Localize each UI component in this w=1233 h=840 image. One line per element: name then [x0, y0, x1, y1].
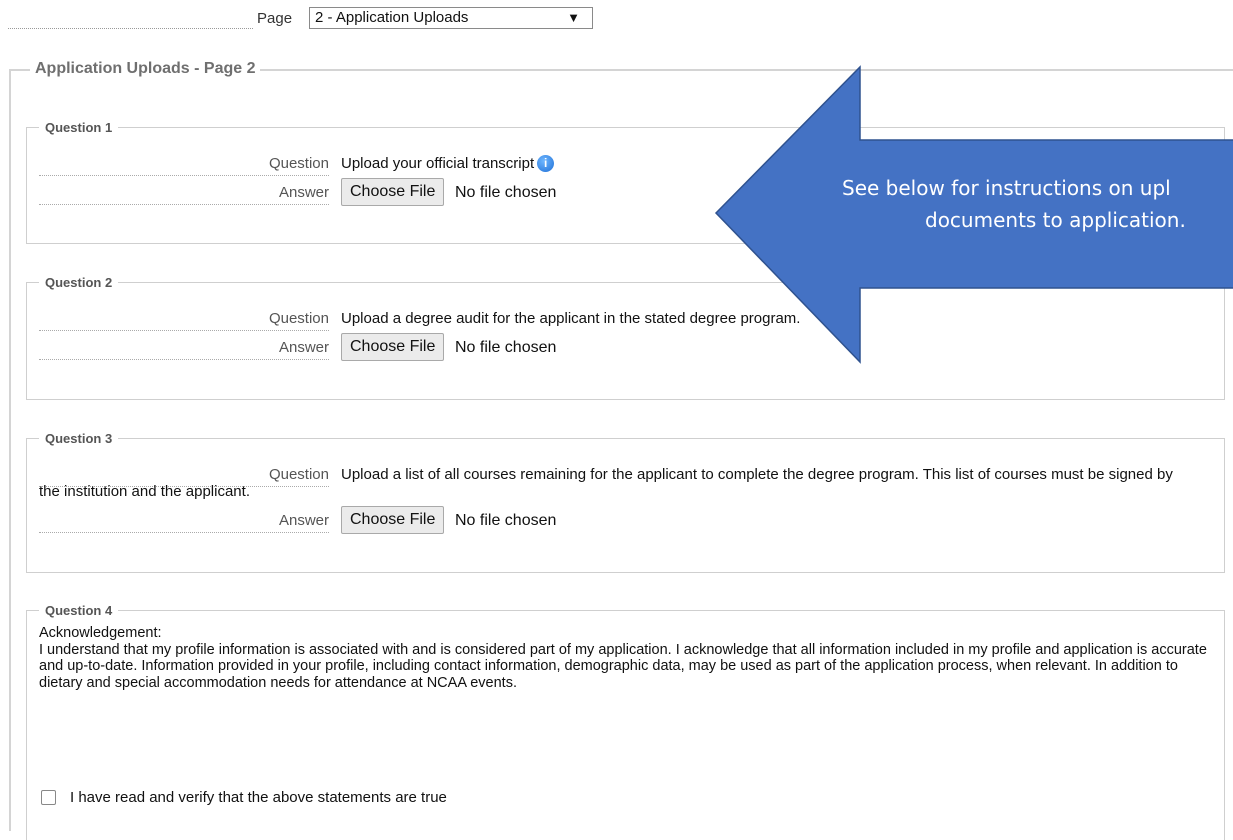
acknowledgement-text: I understand that my profile information… — [39, 641, 1207, 691]
question-text: Upload your official transcript i — [341, 155, 555, 173]
question-row: Question Upload a degree audit for the a… — [39, 310, 1209, 331]
question-legend: Question 1 — [39, 120, 119, 135]
verify-checkbox-row: I have read and verify that the above st… — [41, 789, 447, 806]
answer-row: Answer Choose File No file chosen — [39, 506, 1209, 534]
page-select-value: 2 - Application Uploads — [315, 9, 469, 26]
section-title: Application Uploads - Page 2 — [30, 60, 261, 78]
callout-line-2: documents to application. — [925, 208, 1186, 232]
question-legend: Question 2 — [39, 275, 119, 290]
question-text-continued-row: the institution and the applicant. — [39, 483, 1209, 503]
question-text-content: Upload your official transcript — [341, 155, 535, 172]
file-status: No file chosen — [455, 512, 557, 529]
question-label: Question — [268, 466, 329, 483]
info-icon[interactable]: i — [537, 155, 555, 172]
dropdown-arrow-icon: ▼ — [567, 10, 580, 25]
page-label: Page — [257, 10, 293, 27]
question-text-continued: the institution and the applicant. — [39, 483, 250, 500]
answer-label: Answer — [278, 184, 329, 201]
acknowledgement-block: Acknowledgement: I understand that my pr… — [39, 625, 1209, 691]
callout-line-1: See below for instructions on upl — [842, 176, 1171, 200]
answer-label: Answer — [278, 339, 329, 356]
question-text: Upload a degree audit for the applicant … — [341, 310, 801, 327]
question-legend: Question 3 — [39, 431, 119, 446]
answer-row: Answer Choose File No file chosen — [39, 333, 1209, 361]
callout-text: See below for instructions on upl docume… — [780, 172, 1233, 236]
file-status: No file chosen — [455, 184, 557, 201]
verify-checkbox-label: I have read and verify that the above st… — [70, 789, 447, 806]
page-label-leader — [8, 10, 253, 29]
choose-file-button[interactable]: Choose File — [341, 178, 445, 206]
choose-file-button[interactable]: Choose File — [341, 333, 445, 361]
page-select[interactable]: 2 - Application Uploads ▼ — [309, 7, 593, 29]
question-text: Upload a list of all courses remaining f… — [341, 466, 1173, 483]
question-2-group: Question 2 Question Upload a degree audi… — [26, 275, 1225, 400]
question-4-group: Question 4 Acknowledgement: I understand… — [26, 603, 1225, 840]
question-3-group: Question 3 Question Upload a list of all… — [26, 431, 1225, 573]
file-status: No file chosen — [455, 339, 557, 356]
question-legend: Question 4 — [39, 603, 119, 618]
question-label: Question — [268, 155, 329, 172]
acknowledgement-title: Acknowledgement: — [39, 625, 162, 641]
choose-file-button[interactable]: Choose File — [341, 506, 445, 534]
question-label: Question — [268, 310, 329, 327]
answer-label: Answer — [278, 512, 329, 529]
verify-checkbox[interactable] — [41, 790, 56, 805]
